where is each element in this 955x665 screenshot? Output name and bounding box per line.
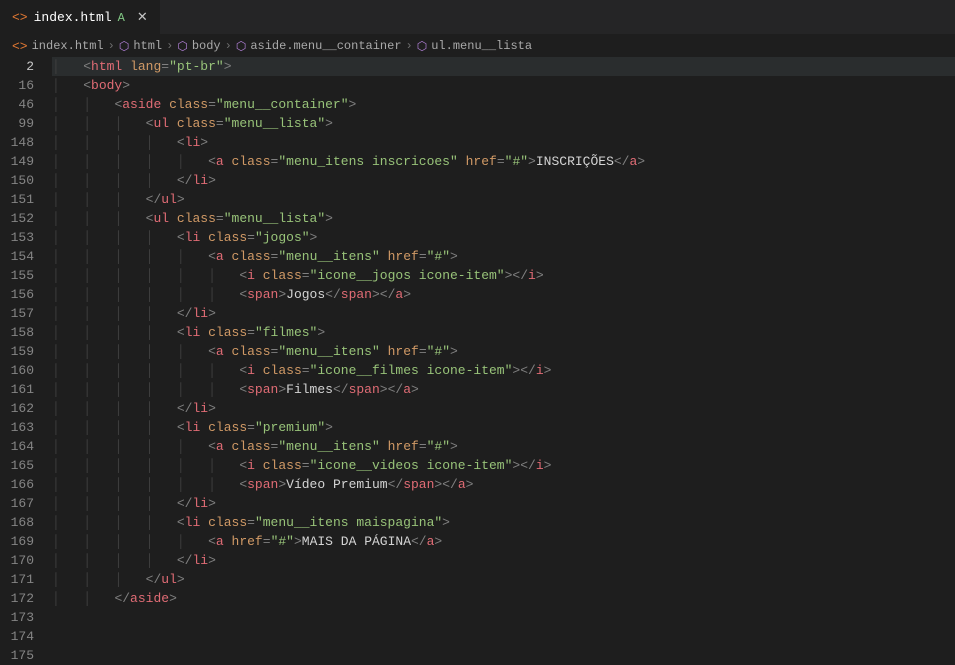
code-line[interactable]: │ │ │ │ │ │ <i class="icone__jogos icone… xyxy=(52,266,955,285)
code-line[interactable]: │ │ │ </ul> xyxy=(52,190,955,209)
code-line[interactable]: │ │ │ │ │ │ <span>Filmes</span></a> xyxy=(52,380,955,399)
code-line[interactable]: │ │ │ │ │ <a class="menu_itens inscricoe… xyxy=(52,152,955,171)
line-number: 46 xyxy=(0,95,34,114)
tab-index-html[interactable]: <> index.html A ✕ xyxy=(0,0,160,34)
code-line[interactable]: │ │ │ │ <li class="premium"> xyxy=(52,418,955,437)
code-line[interactable]: │ │ │ │ </li> xyxy=(52,171,955,190)
code-line[interactable]: │ │ │ │ </li> xyxy=(52,551,955,570)
code-line[interactable]: │ │ │ │ <li class="menu__itens maispagin… xyxy=(52,513,955,532)
line-number: 167 xyxy=(0,494,34,513)
line-number: 172 xyxy=(0,589,34,608)
code-line[interactable]: │ │ │ │ │ <a class="menu__itens" href="#… xyxy=(52,247,955,266)
tab-bar: <> index.html A ✕ xyxy=(0,0,955,35)
line-number: 163 xyxy=(0,418,34,437)
breadcrumb-item[interactable]: index.html xyxy=(32,39,104,53)
code-line[interactable]: │ <html lang="pt-br"> xyxy=(52,57,955,76)
tag-icon: ⬡ xyxy=(119,39,129,54)
line-number: 155 xyxy=(0,266,34,285)
line-number: 173 xyxy=(0,608,34,627)
tag-icon: ⬡ xyxy=(177,39,187,54)
line-number: 171 xyxy=(0,570,34,589)
line-number: 174 xyxy=(0,627,34,646)
code-line[interactable]: │ │ │ <ul class="menu__lista"> xyxy=(52,209,955,228)
code-line[interactable]: │ │ │ </ul> xyxy=(52,570,955,589)
code-line[interactable]: │ │ │ │ │ <a class="menu__itens" href="#… xyxy=(52,437,955,456)
tab-filename: index.html xyxy=(34,10,112,25)
code-line[interactable]: │ │ │ │ │ │ <i class="icone__filmes icon… xyxy=(52,361,955,380)
code-line[interactable]: │ │ </aside> xyxy=(52,589,955,608)
line-number: 99 xyxy=(0,114,34,133)
code-line[interactable]: │ <body> xyxy=(52,76,955,95)
code-line[interactable]: │ │ │ │ </li> xyxy=(52,399,955,418)
code-line[interactable]: │ │ │ │ │ │ <span>Jogos</span></a> xyxy=(52,285,955,304)
line-number: 154 xyxy=(0,247,34,266)
breadcrumb-item[interactable]: body xyxy=(192,39,221,53)
code-line[interactable]: │ │ │ │ │ │ <span>Vídeo Premium</span></… xyxy=(52,475,955,494)
line-number: 169 xyxy=(0,532,34,551)
code-line[interactable]: │ │ │ │ │ <a class="menu__itens" href="#… xyxy=(52,342,955,361)
line-number: 150 xyxy=(0,171,34,190)
breadcrumb: <> index.html › ⬡ html › ⬡ body › ⬡ asid… xyxy=(0,35,955,57)
chevron-right-icon: › xyxy=(406,39,413,53)
tag-icon: ⬡ xyxy=(236,39,246,54)
code-line[interactable]: │ │ │ │ </li> xyxy=(52,304,955,323)
line-number: 160 xyxy=(0,361,34,380)
line-number: 161 xyxy=(0,380,34,399)
code-line[interactable]: │ │ │ │ </li> xyxy=(52,494,955,513)
line-number: 152 xyxy=(0,209,34,228)
line-number: 156 xyxy=(0,285,34,304)
line-number: 149 xyxy=(0,152,34,171)
code-editor[interactable]: 2164699148149150151152153154155156157158… xyxy=(0,57,955,657)
line-number: 164 xyxy=(0,437,34,456)
line-number: 157 xyxy=(0,304,34,323)
chevron-right-icon: › xyxy=(108,39,115,53)
code-line[interactable]: │ │ │ │ │ <a href="#">MAIS DA PÁGINA</a> xyxy=(52,532,955,551)
line-number: 175 xyxy=(0,646,34,665)
breadcrumb-item[interactable]: html xyxy=(133,39,162,53)
html-file-icon: <> xyxy=(12,39,28,54)
code-line[interactable]: │ │ │ <ul class="menu__lista"> xyxy=(52,114,955,133)
line-number: 148 xyxy=(0,133,34,152)
chevron-right-icon: › xyxy=(166,39,173,53)
line-number: 16 xyxy=(0,76,34,95)
code-line[interactable]: │ │ <aside class="menu__container"> xyxy=(52,95,955,114)
line-number-gutter: 2164699148149150151152153154155156157158… xyxy=(0,57,48,657)
line-number: 162 xyxy=(0,399,34,418)
line-number: 153 xyxy=(0,228,34,247)
line-number: 170 xyxy=(0,551,34,570)
line-number: 151 xyxy=(0,190,34,209)
close-icon[interactable]: ✕ xyxy=(137,10,148,25)
html-file-icon: <> xyxy=(12,10,28,25)
line-number: 166 xyxy=(0,475,34,494)
line-number: 159 xyxy=(0,342,34,361)
tag-icon: ⬡ xyxy=(417,39,427,54)
chevron-right-icon: › xyxy=(225,39,232,53)
breadcrumb-item[interactable]: ul.menu__lista xyxy=(431,39,532,53)
code-content[interactable]: │ <html lang="pt-br">│ <body>│ │ <aside … xyxy=(48,57,955,657)
line-number: 158 xyxy=(0,323,34,342)
line-number: 168 xyxy=(0,513,34,532)
line-number: 165 xyxy=(0,456,34,475)
breadcrumb-item[interactable]: aside.menu__container xyxy=(250,39,401,53)
code-line[interactable]: │ │ │ │ <li class="filmes"> xyxy=(52,323,955,342)
code-line[interactable]: │ │ │ │ <li class="jogos"> xyxy=(52,228,955,247)
code-line[interactable]: │ │ │ │ │ │ <i class="icone__videos icon… xyxy=(52,456,955,475)
code-line[interactable]: │ │ │ │ <li> xyxy=(52,133,955,152)
line-number: 2 xyxy=(0,57,34,76)
tab-git-status: A xyxy=(118,11,125,25)
